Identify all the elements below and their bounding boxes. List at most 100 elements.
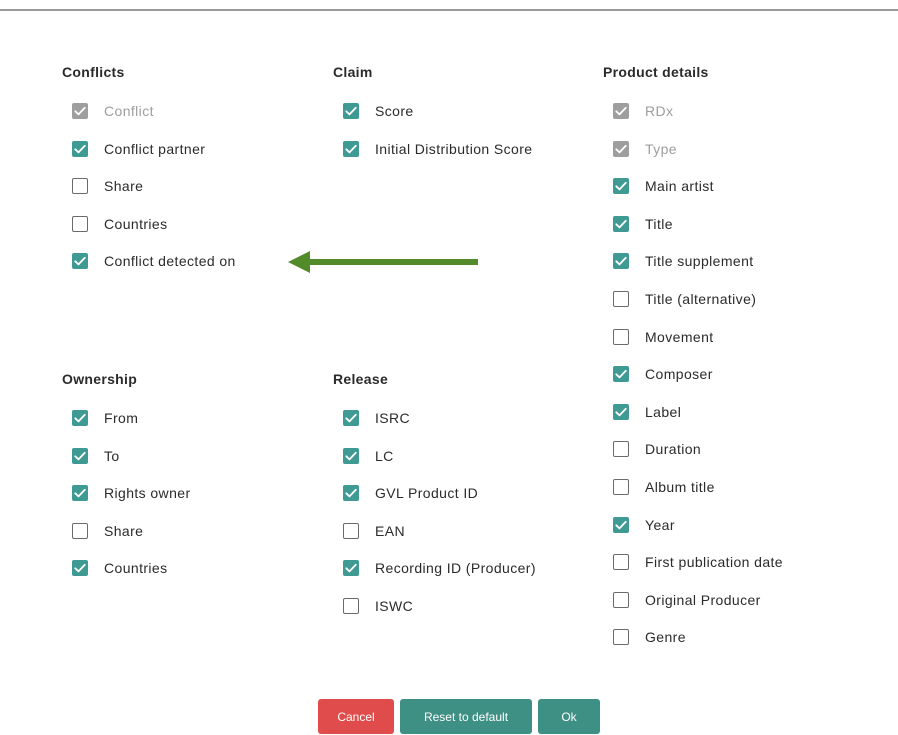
checkbox-row[interactable]: ISRC [333,408,410,428]
checkbox[interactable] [72,215,88,232]
checkbox-checked[interactable] [343,560,359,577]
checkbox-label: Title supplement [645,253,754,270]
reset-to-default-button[interactable]: Reset to default [400,699,532,734]
top-divider [0,9,898,11]
checkbox-label: Share [104,522,144,539]
checkbox-checked[interactable] [343,485,359,502]
product-details-title: Product details [603,64,709,80]
checkbox-row[interactable]: Initial Distribution Score [333,139,532,159]
checkbox-row[interactable]: Album title [603,477,715,497]
checkbox-label: ISWC [375,598,414,614]
checkbox-checked[interactable] [343,410,359,426]
checkbox-row[interactable]: Label [603,402,681,422]
checkbox-label: LC [375,447,394,464]
checkbox-label: To [104,447,120,464]
checkbox[interactable] [613,328,629,345]
checkbox-checked[interactable] [613,403,629,420]
checkbox-row[interactable]: EAN [333,521,405,541]
left-arrow-icon [288,251,478,273]
checkbox-row[interactable]: Score [333,101,414,121]
checkbox-label: RDx [645,103,674,119]
product-details-section: Product details RDx Type Main artist Title T… [603,64,833,654]
checkbox-checked[interactable] [72,410,88,426]
checkmark-icon [615,257,627,266]
checkmark-icon [74,413,86,423]
checkmark-icon [615,520,627,529]
checkbox-row[interactable]: ISWC [333,596,413,616]
checkbox-row[interactable]: Movement [603,327,714,347]
checkbox[interactable] [613,479,629,495]
checkbox-row[interactable]: Original Producer [603,590,761,610]
checkbox[interactable] [613,441,629,458]
checkbox[interactable] [343,522,359,539]
checkbox-label: ISRC [375,410,411,426]
checkbox-checked[interactable] [72,253,88,270]
checkbox-checked[interactable] [343,447,359,464]
checkmark-icon [74,451,86,460]
checkbox-row[interactable]: To [62,446,120,466]
checkbox-row[interactable]: Conflict partner [62,139,205,159]
checkbox-row[interactable]: Rights owner [62,483,191,503]
checkbox-row[interactable]: Recording ID (Producer) [333,558,536,578]
checkbox-checked[interactable] [72,485,88,502]
release-title: Release [333,371,389,387]
checkbox-label: Countries [104,560,168,577]
checkbox[interactable] [613,554,629,571]
checkmark-icon [615,106,627,116]
checkmark-icon [345,489,357,498]
conflicts-section: Conflicts Conflict Conflict partner Share C… [62,64,302,274]
checkbox-label: Movement [645,328,714,345]
checkbox-checked[interactable] [613,178,629,195]
checkbox-row[interactable]: Title supplement [603,251,754,271]
checkbox[interactable] [613,591,629,608]
ok-button[interactable]: Ok [538,699,600,734]
checkmark-icon [615,182,627,191]
checkbox-row[interactable]: From [62,408,138,428]
checkbox-row[interactable]: Share [62,521,143,541]
checkbox-checked[interactable] [343,103,359,119]
cancel-button[interactable]: Cancel [318,699,394,734]
checkbox-checked [613,140,629,157]
checkbox-label: From [104,410,139,426]
checkbox-row[interactable]: GVL Product ID [333,483,478,503]
checkbox-row[interactable]: Countries [62,214,168,234]
checkbox-row[interactable]: Conflict detected on [62,251,236,271]
checkbox-checked[interactable] [72,140,88,157]
checkmark-icon [345,451,357,460]
checkbox-row[interactable]: Countries [62,558,168,578]
checkbox-checked[interactable] [613,516,629,533]
checkbox-checked [613,103,629,119]
checkbox[interactable] [613,629,629,646]
checkbox-row[interactable]: LC [333,446,394,466]
checkbox-checked[interactable] [613,366,629,383]
checkbox-checked[interactable] [72,447,88,464]
checkbox-row[interactable]: Composer [603,364,713,384]
checkbox-row[interactable]: Duration [603,439,701,459]
checkmark-icon [345,106,357,116]
checkbox-checked[interactable] [613,253,629,270]
checkbox-row[interactable]: Title (alternative) [603,289,756,309]
checkbox-label: Score [375,103,414,119]
checkbox[interactable] [72,178,88,195]
claim-title: Claim [333,64,373,80]
checkbox-row[interactable]: Year [603,515,675,535]
checkmark-icon [74,106,86,116]
checkbox-row: Type [603,139,677,159]
checkbox-row[interactable]: Title [603,214,673,234]
checkbox-row[interactable]: Main artist [603,176,714,196]
checkbox-checked[interactable] [343,140,359,157]
checkmark-icon [345,413,357,423]
checkbox-label: Conflict partner [104,140,206,157]
checkbox[interactable] [72,522,88,539]
checkbox[interactable] [613,291,629,307]
checkbox-checked[interactable] [613,215,629,232]
checkbox-label: Conflict [104,103,154,119]
checkbox-row[interactable]: Genre [603,627,686,647]
checkbox[interactable] [343,598,359,614]
checkbox-row[interactable]: Share [62,176,143,196]
checkbox-label: Title [645,215,673,232]
checkbox-checked[interactable] [72,560,88,577]
checkbox-label: Year [645,516,675,533]
checkbox-label: Original Producer [645,591,761,608]
checkbox-row[interactable]: First publication date [603,552,783,572]
